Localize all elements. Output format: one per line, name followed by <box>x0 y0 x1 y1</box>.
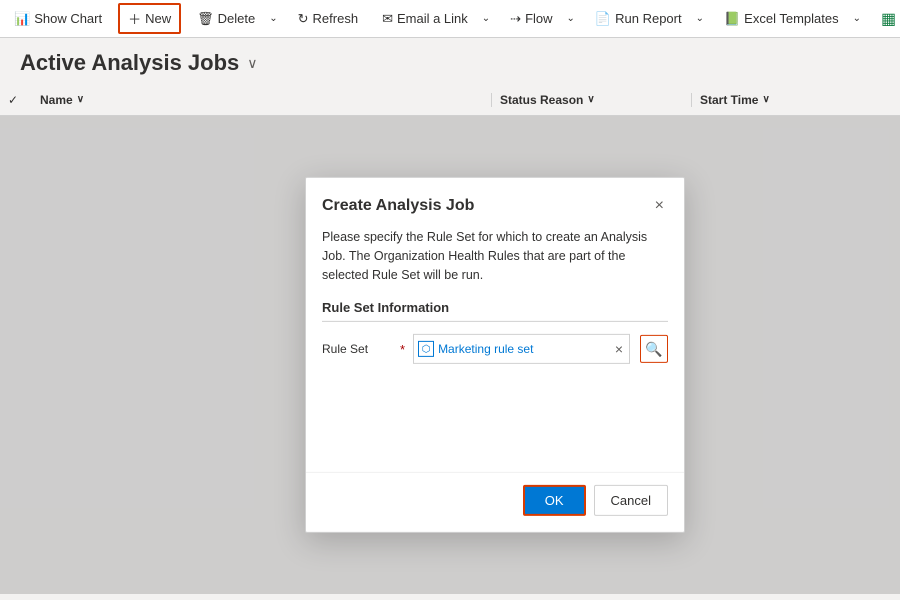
refresh-icon: ↻ <box>298 11 309 27</box>
show-chart-label: Show Chart <box>34 11 102 26</box>
email-link-chevron[interactable]: ⌄ <box>478 9 494 28</box>
col-status-header[interactable]: Status Reason ∨ <box>492 93 692 107</box>
col-start-header[interactable]: Start Time ∨ <box>692 93 892 107</box>
column-headers: ✓ Name ∨ Status Reason ∨ Start Time ∨ <box>0 84 900 116</box>
modal-close-button[interactable]: × <box>651 194 668 218</box>
search-icon: 🔍 <box>645 341 662 358</box>
rule-set-field-row: Rule Set * ⬡ Marketing rule set × 🔍 <box>322 334 668 364</box>
modal-header: Create Analysis Job × <box>306 178 684 228</box>
create-analysis-job-modal: Create Analysis Job × Please specify the… <box>305 177 685 533</box>
excel-templates-button[interactable]: 📗 Excel Templates <box>716 7 847 31</box>
run-report-label: Run Report <box>615 11 681 26</box>
delete-chevron[interactable]: ⌄ <box>265 9 281 28</box>
chart-icon: 📊 <box>14 11 30 27</box>
excel-templates-label: Excel Templates <box>744 11 838 26</box>
modal-description: Please specify the Rule Set for which to… <box>322 228 668 284</box>
email-icon: ✉ <box>382 11 393 27</box>
main-area: Create Analysis Job × Please specify the… <box>0 116 900 594</box>
modal-body: Please specify the Rule Set for which to… <box>306 228 684 392</box>
checkmark-icon: ✓ <box>8 93 18 107</box>
start-col-label: Start Time <box>700 93 758 107</box>
show-chart-button[interactable]: 📊 Show Chart <box>6 7 110 31</box>
page-title-chevron[interactable]: ∨ <box>247 55 257 72</box>
rule-set-label: Rule Set <box>322 342 392 356</box>
rule-set-label-text: Rule Set <box>322 342 368 356</box>
delete-label: Delete <box>218 11 256 26</box>
name-col-label: Name <box>40 93 73 107</box>
run-report-button[interactable]: 📄 Run Report <box>587 7 690 31</box>
ok-button[interactable]: OK <box>523 485 586 516</box>
flow-button[interactable]: ⇢ Flow <box>502 7 560 31</box>
email-link-button[interactable]: ✉ Email a Link <box>374 7 476 31</box>
rule-set-icon: ⬡ <box>418 341 434 357</box>
rule-set-input[interactable]: ⬡ Marketing rule set × <box>413 334 630 364</box>
status-col-chevron: ∨ <box>587 94 594 105</box>
col-check: ✓ <box>8 93 40 107</box>
search-rule-set-button[interactable]: 🔍 <box>640 335 668 363</box>
new-button[interactable]: ＋ New <box>118 3 181 34</box>
delete-button[interactable]: 🗑 Delete <box>189 7 263 31</box>
refresh-button[interactable]: ↻ Refresh <box>290 7 366 31</box>
start-col-chevron: ∨ <box>762 94 769 105</box>
col-name-header[interactable]: Name ∨ <box>40 93 492 107</box>
excel-icon: 📗 <box>724 11 740 27</box>
page-title: Active Analysis Jobs <box>20 50 239 76</box>
more-button[interactable]: ▦ <box>873 5 900 33</box>
page-header: Active Analysis Jobs ∨ <box>0 38 900 84</box>
report-icon: 📄 <box>595 11 611 27</box>
delete-icon: 🗑 <box>197 11 214 27</box>
email-link-label: Email a Link <box>397 11 468 26</box>
cancel-button[interactable]: Cancel <box>594 485 668 516</box>
modal-title: Create Analysis Job <box>322 197 474 215</box>
close-icon: × <box>655 197 664 214</box>
modal-footer: OK Cancel <box>306 472 684 532</box>
new-label: New <box>145 11 171 26</box>
run-report-chevron[interactable]: ⌄ <box>692 9 708 28</box>
flow-icon: ⇢ <box>510 11 521 27</box>
toolbar: 📊 Show Chart ＋ New 🗑 Delete ⌄ ↻ Refresh … <box>0 0 900 38</box>
flow-label: Flow <box>525 11 552 26</box>
rule-set-value: Marketing rule set <box>438 342 609 356</box>
refresh-label: Refresh <box>313 11 359 26</box>
flow-chevron[interactable]: ⌄ <box>563 9 579 28</box>
clear-rule-set-button[interactable]: × <box>613 341 625 357</box>
clear-icon: × <box>615 341 623 357</box>
status-col-label: Status Reason <box>500 93 583 107</box>
grid-icon: ▦ <box>881 9 896 29</box>
required-star: * <box>400 342 405 357</box>
plus-icon: ＋ <box>128 9 141 28</box>
section-label: Rule Set Information <box>322 300 668 322</box>
excel-templates-chevron[interactable]: ⌄ <box>849 9 865 28</box>
name-col-chevron: ∨ <box>77 94 84 105</box>
